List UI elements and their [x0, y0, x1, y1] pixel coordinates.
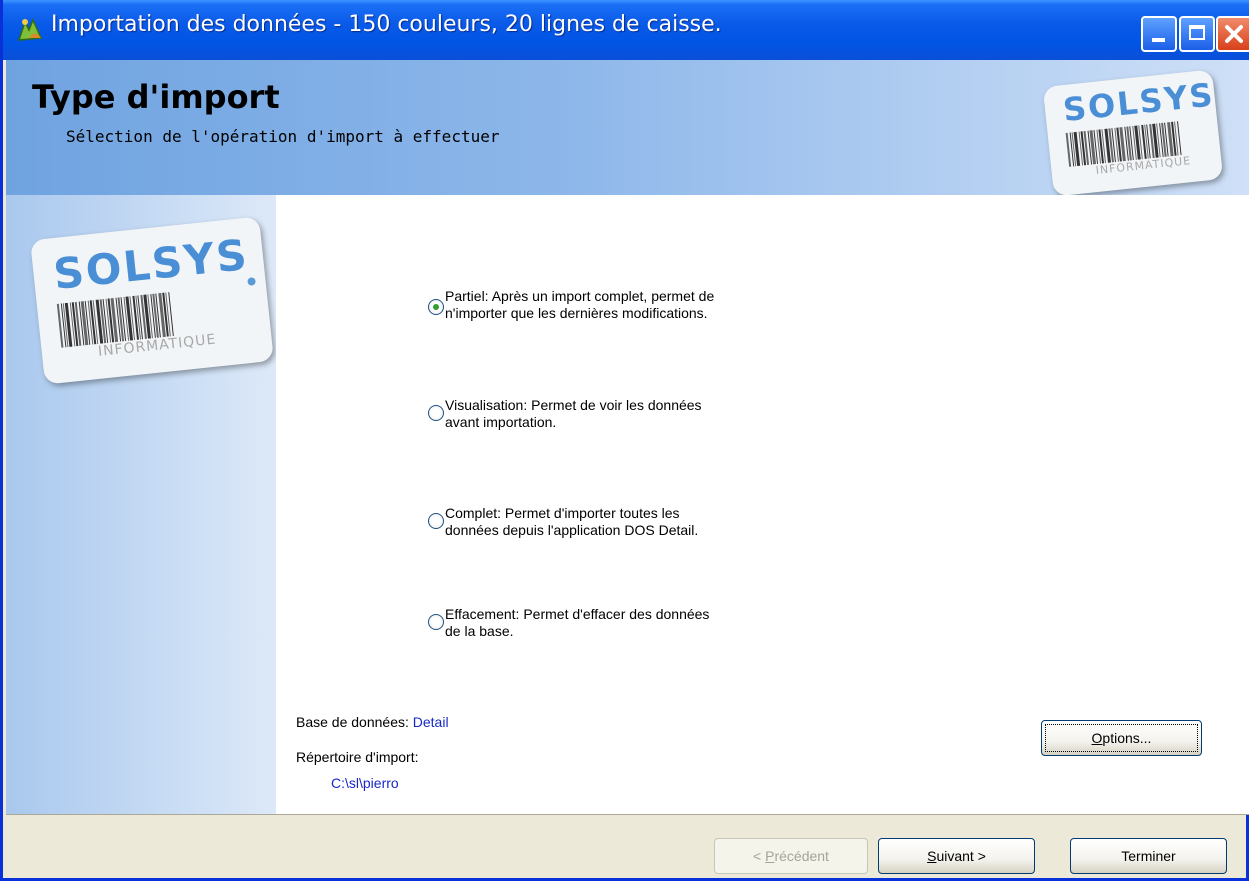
finish-button[interactable]: Terminer: [1070, 838, 1227, 874]
maximize-icon: [1189, 25, 1205, 40]
maximize-button[interactable]: [1179, 16, 1215, 52]
close-icon: [1225, 25, 1243, 43]
solsys-logo-header: SOLSYS INFORMATIQUE: [1042, 69, 1224, 197]
next-button[interactable]: Suivant >: [878, 838, 1035, 874]
import-dir-label: Répertoire d'import:: [296, 749, 419, 765]
option-label: Complet: Permet d'importer toutes les do…: [445, 505, 699, 538]
database-info: Base de données: Detail: [296, 714, 449, 730]
footer-divider: [6, 814, 1249, 815]
option-label: Visualisation: Permet de voir les donnée…: [445, 397, 702, 430]
import-dir-value: C:\sl\pierro: [331, 775, 399, 791]
solsys-logo-sidebar: SOLSYS INFORMATIQUE: [30, 216, 274, 385]
close-button[interactable]: [1216, 16, 1249, 52]
option-label: Partiel: Après un import complet, permet…: [445, 288, 715, 321]
radio-complet[interactable]: [428, 513, 444, 529]
previous-button[interactable]: < Précédent: [714, 838, 868, 874]
radio-effacement[interactable]: [428, 614, 444, 630]
option-label: Effacement: Permet d'effacer des données…: [445, 606, 710, 639]
app-icon: [17, 18, 43, 41]
radio-partiel[interactable]: [428, 299, 444, 315]
minimize-button[interactable]: [1141, 16, 1177, 52]
title-bar[interactable]: Importation des données - 150 couleurs, …: [3, 0, 1249, 60]
page-title: Type d'import: [32, 78, 280, 116]
options-button[interactable]: Options...: [1041, 720, 1202, 756]
database-label: Base de données:: [296, 714, 409, 730]
import-wizard-window: Importation des données - 150 couleurs, …: [0, 0, 1249, 881]
radio-visualisation[interactable]: [428, 405, 444, 421]
registered-dot-icon: [247, 277, 256, 286]
page-subtitle: Sélection de l'opération d'import à effe…: [66, 127, 500, 146]
database-value: Detail: [412, 714, 449, 730]
window-title: Importation des données - 150 couleurs, …: [51, 12, 722, 37]
minimize-icon: [1152, 38, 1165, 42]
